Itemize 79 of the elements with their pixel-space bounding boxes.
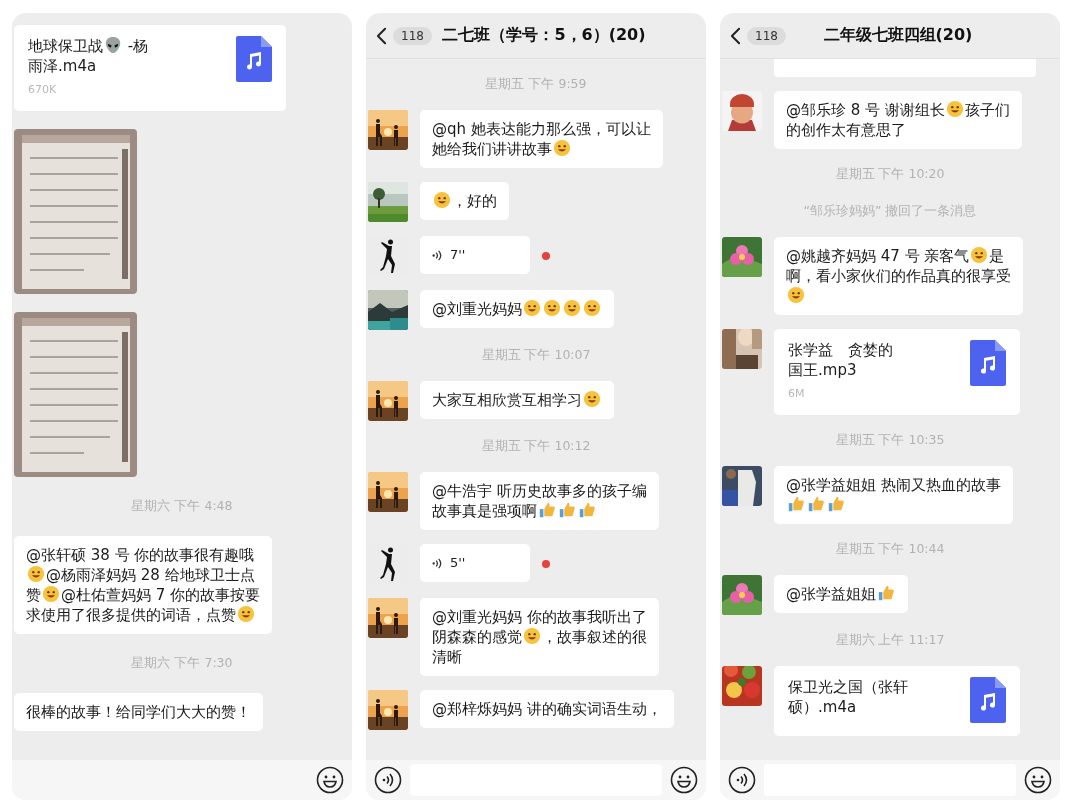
smiley-icon (237, 605, 255, 623)
file-name: 保卫光之国（张轩 (788, 678, 908, 696)
message-text: @牛浩宇 听历史故事多的孩子编 (432, 482, 647, 500)
message-text: 是 (989, 247, 1005, 265)
smiley-icon (27, 565, 45, 583)
thumbs-up-icon (787, 495, 805, 513)
unread-count-badge: 118 (747, 26, 786, 45)
file-name: 硕）.m4a (788, 698, 857, 716)
message-text: 的创作太有意思了 (786, 121, 906, 139)
sound-wave-icon (432, 556, 442, 570)
thumbs-up-icon (827, 495, 845, 513)
message-text: 啊，看小家伙们的作品真的很享受 (786, 267, 1011, 285)
smiley-icon (583, 390, 601, 408)
message-text: @邹乐珍 8 号 谢谢组长 (786, 101, 945, 119)
message-text: @张轩硕 38 号 你的故事很有趣哦 (26, 546, 255, 564)
message-text: @姚越齐妈妈 47 号 亲客气 (786, 247, 970, 265)
message-text: 孩子们 (964, 101, 1010, 119)
file-message[interactable]: 张学益 贪婪的 国王.mp3 6M (774, 329, 1020, 415)
file-name: 张学益 贪婪的 (788, 341, 893, 359)
thumbs-up-icon (877, 584, 895, 602)
smiley-icon (563, 299, 581, 317)
emoji-icon[interactable] (670, 766, 698, 794)
music-file-icon (236, 36, 272, 82)
thumbs-up-icon (578, 501, 596, 519)
smiley-icon (970, 246, 989, 264)
message-text: @刘重光妈妈 (432, 300, 522, 318)
message-text: ，好的 (452, 192, 497, 210)
voice-message[interactable]: 7'' (420, 236, 530, 274)
unread-count-badge: 118 (393, 26, 432, 45)
message-text: 大家互相欣赏互相学习 (432, 391, 582, 409)
message-text: 故事真是强项啊 (432, 502, 537, 520)
file-name: -杨 (126, 37, 149, 55)
voice-input-icon[interactable] (728, 766, 756, 794)
smiley-icon (553, 139, 571, 157)
smiley-icon (523, 299, 541, 317)
thumbs-up-icon (558, 501, 576, 519)
chat-title: 二七班（学号：5，6）(20) (441, 25, 647, 46)
message-text: 她给我们讲讲故事 (432, 140, 552, 158)
smiley-icon (433, 191, 451, 209)
file-message[interactable]: 地球保卫战 -杨 雨泽.m4a 670K (14, 25, 286, 111)
chat-title: 二年级七班四组(20) (822, 25, 974, 46)
voice-input-icon[interactable] (374, 766, 402, 794)
message-text: @刘重光妈妈 你的故事我听出了 (432, 608, 647, 626)
message-text: ，故事叙述的很 (542, 628, 647, 646)
message-text: 阴森森的感觉 (432, 628, 522, 646)
message-text: @杨雨泽妈妈 28 给地球卫士点 (46, 566, 255, 584)
music-file-icon (970, 677, 1006, 723)
music-file-icon (970, 340, 1006, 386)
smiley-icon (523, 627, 541, 645)
smiley-icon (787, 286, 805, 304)
voice-message[interactable]: 5'' (420, 544, 530, 582)
message-text: @郑梓烁妈妈 讲的确实词语生动， (432, 700, 662, 718)
smiley-icon (583, 299, 601, 317)
file-name: 地球保卫战 (28, 37, 103, 55)
smiley-icon (945, 100, 964, 118)
message-text: @杜佑萱妈妈 7 你的故事按要 (61, 586, 261, 604)
smiley-icon (543, 299, 561, 317)
sound-wave-icon (432, 248, 442, 262)
alien-icon (104, 36, 122, 54)
message-text: @张学益姐姐 (786, 585, 876, 603)
smiley-icon (42, 585, 60, 603)
back-icon[interactable] (730, 26, 741, 45)
thumbs-up-icon (538, 501, 556, 519)
file-size: 670K (28, 82, 58, 98)
emoji-icon[interactable] (1024, 766, 1052, 794)
back-icon[interactable] (376, 26, 387, 45)
file-name: 国王.mp3 (788, 361, 857, 379)
thumbs-up-icon (807, 495, 825, 513)
timestamp: 星期六 上午 11:17 (835, 632, 945, 649)
file-name: 雨泽.m4a (28, 57, 97, 75)
message-text: 清晰 (432, 648, 462, 666)
file-size: 6M (788, 386, 806, 402)
emoji-icon[interactable] (316, 766, 344, 794)
message-text: @张学益姐姐 热闹又热血的故事 (786, 476, 1001, 494)
message-text: @qh 她表达能力那么强，可以让 (432, 120, 651, 138)
message-text: 赞 (26, 586, 41, 604)
file-message[interactable]: 保卫光之国（张轩 硕）.m4a (774, 666, 1020, 736)
message-text: 很棒的故事！给同学们大大的赞！ (26, 703, 251, 721)
message-text: 求使用了很多提供的词语，点赞 (26, 606, 236, 624)
